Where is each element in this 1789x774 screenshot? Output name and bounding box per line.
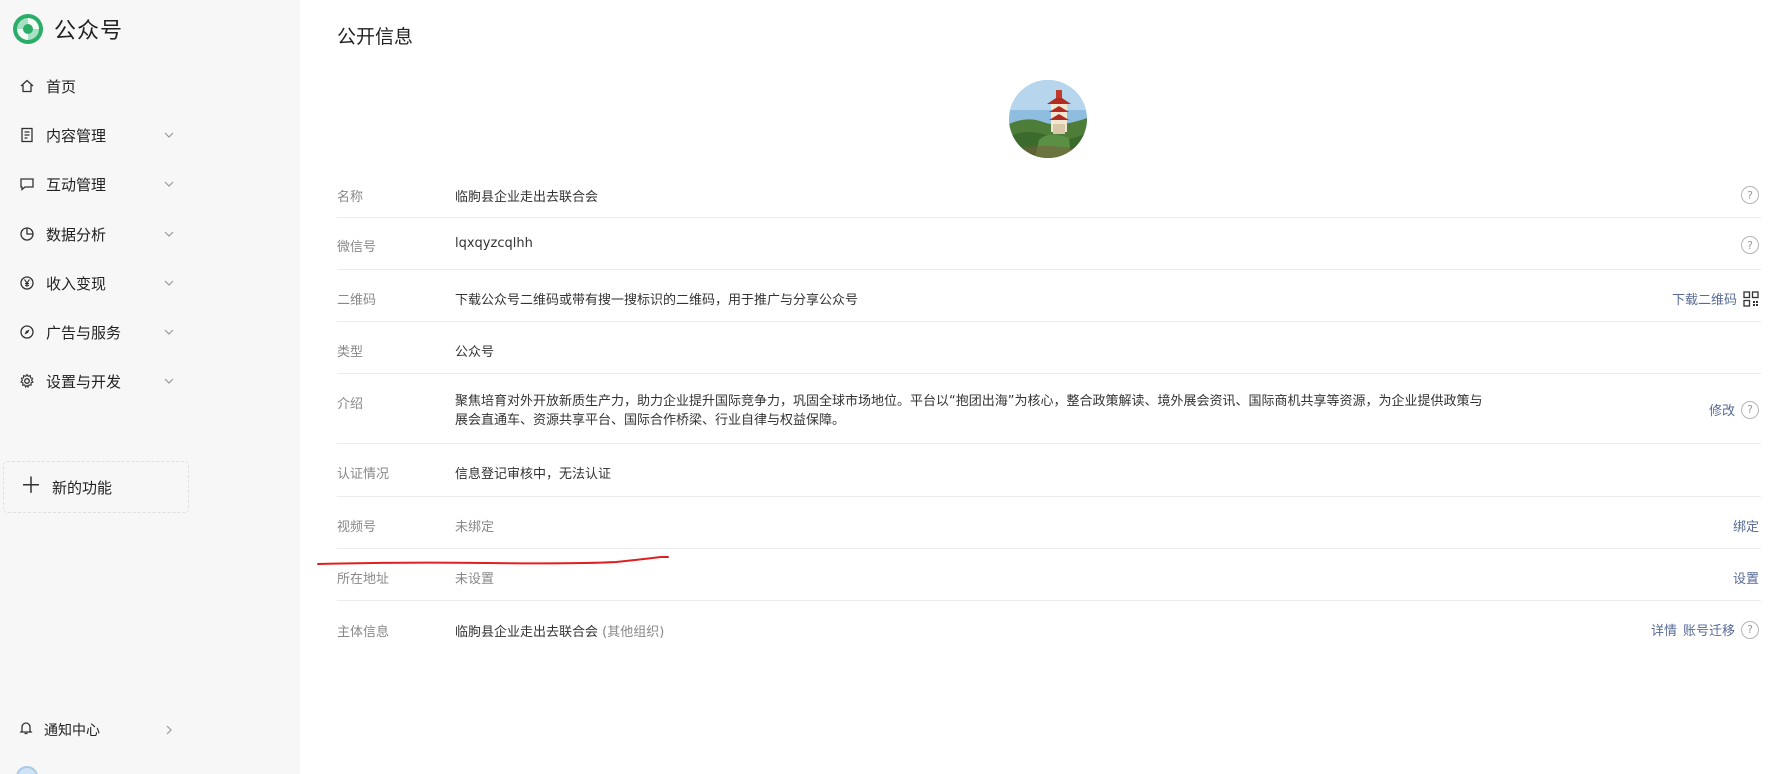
address-status: 未设置 — [455, 572, 495, 587]
pavilion-landscape-image — [1009, 80, 1087, 158]
sidebar-item-analytics[interactable]: 数据分析 — [0, 214, 206, 254]
verification-status: 信息登记审核中，无法认证 — [455, 467, 612, 482]
help-icon[interactable]: ? — [1741, 400, 1759, 419]
account-avatar[interactable] — [1009, 80, 1087, 158]
home-icon — [18, 77, 36, 95]
notification-label: 通知中心 — [44, 723, 100, 739]
sidebar-item-home[interactable]: 首页 — [0, 66, 206, 106]
intro-text: 聚焦培育对外开放新质生产力，助力企业提升国际竞争力，巩固全球市场地位。平台以“抱… — [455, 394, 1483, 428]
row-label: 所在地址 — [337, 572, 390, 587]
account-migrate-link[interactable]: 账号迁移 — [1683, 620, 1735, 639]
account-name: 临朐县企业走出去联合会 — [455, 190, 599, 205]
sidebar-item-label: 收入变现 — [46, 274, 107, 293]
main-content: 公开信息 名称 临朐县企业走出去联合会 ? 微信号 lqxqyzcqlhh ? … — [300, 0, 1789, 774]
row-label: 微信号 — [337, 240, 377, 255]
entity-detail-link[interactable]: 详情 — [1651, 620, 1677, 639]
wechat-id-value: lqxqyzcqlhh — [455, 236, 533, 251]
wechat-official-logo-icon — [13, 14, 43, 44]
sidebar-item-content[interactable]: 内容管理 — [0, 115, 206, 155]
bind-channels-link[interactable]: 绑定 — [1733, 516, 1759, 535]
sidebar: 公众号 首页 内容管理 互动管理 数据分析 收入变现 广告与服务 设置与开发 ＋… — [0, 0, 206, 774]
info-row-entity: 主体信息 临朐县企业走出去联合会 (其他组织) 详情 账号迁移 ? — [337, 601, 1761, 653]
compass-icon — [18, 323, 36, 341]
set-address-link[interactable]: 设置 — [1733, 568, 1759, 587]
sidebar-item-label: 互动管理 — [46, 175, 107, 194]
info-row-qrcode: 二维码 下载公众号二维码或带有搜一搜标识的二维码，用于推广与分享公众号 下载二维… — [337, 270, 1761, 322]
pie-chart-icon — [18, 225, 36, 243]
edit-intro-link[interactable]: 修改 — [1709, 400, 1735, 419]
sidebar-item-settings[interactable]: 设置与开发 — [0, 361, 206, 401]
document-icon — [18, 126, 36, 144]
brand-name: 公众号 — [54, 19, 124, 44]
help-icon[interactable]: ? — [1741, 186, 1759, 204]
chat-icon — [18, 175, 36, 193]
chevron-down-icon — [164, 378, 174, 384]
plus-icon: ＋ — [20, 474, 43, 499]
download-qrcode-link[interactable]: 下载二维码 — [1672, 289, 1737, 308]
chevron-right-icon — [166, 725, 172, 735]
chevron-down-icon — [164, 329, 174, 335]
sidebar-item-label: 首页 — [46, 77, 77, 96]
entity-info: 临朐县企业走出去联合会 (其他组织) — [455, 621, 664, 640]
row-label: 认证情况 — [337, 467, 390, 482]
user-avatar[interactable] — [16, 766, 38, 774]
info-row-verification: 认证情况 信息登记审核中，无法认证 — [337, 444, 1761, 497]
bell-icon — [18, 720, 34, 740]
page-title: 公开信息 — [337, 26, 414, 48]
row-label: 介绍 — [337, 397, 364, 412]
entity-name: 临朐县企业走出去联合会 — [455, 625, 599, 640]
sidebar-item-label: 内容管理 — [46, 126, 107, 145]
help-icon[interactable]: ? — [1741, 236, 1759, 254]
sidebar-item-interaction[interactable]: 互动管理 — [0, 164, 206, 204]
new-feature-label: 新的功能 — [52, 478, 113, 497]
qrcode-description: 下载公众号二维码或带有搜一搜标识的二维码，用于推广与分享公众号 — [455, 293, 859, 308]
row-label: 名称 — [337, 190, 364, 205]
sidebar-item-label: 广告与服务 — [46, 323, 122, 342]
new-feature-button[interactable]: ＋ 新的功能 — [3, 461, 189, 513]
entity-type: (其他组织) — [602, 625, 665, 640]
notification-center[interactable]: 通知中心 — [0, 710, 206, 750]
sidebar-item-label: 设置与开发 — [46, 372, 122, 391]
chevron-down-icon — [164, 132, 174, 138]
chevron-down-icon — [164, 231, 174, 237]
yen-icon — [18, 274, 36, 292]
row-label: 视频号 — [337, 520, 377, 535]
info-row-address: 所在地址 未设置 设置 — [337, 549, 1761, 601]
info-row-wechat-id: 微信号 lqxqyzcqlhh ? — [337, 218, 1761, 270]
row-label: 类型 — [337, 345, 364, 360]
brand-logo[interactable]: 公众号 — [12, 12, 123, 46]
info-row-channels: 视频号 未绑定 绑定 — [337, 497, 1761, 549]
channels-status: 未绑定 — [455, 520, 495, 535]
qrcode-icon[interactable] — [1743, 290, 1759, 307]
info-row-intro: 介绍 聚焦培育对外开放新质生产力，助力企业提升国际竞争力，巩固全球市场地位。平台… — [337, 374, 1761, 444]
account-type-value: 公众号 — [455, 345, 495, 360]
sidebar-item-ads-services[interactable]: 广告与服务 — [0, 312, 206, 352]
info-row-name: 名称 临朐县企业走出去联合会 ? — [337, 176, 1761, 218]
info-row-type: 类型 公众号 — [337, 322, 1761, 374]
help-icon[interactable]: ? — [1741, 620, 1759, 639]
sidebar-gutter — [206, 0, 300, 774]
app-root: 公众号 首页 内容管理 互动管理 数据分析 收入变现 广告与服务 设置与开发 ＋… — [0, 0, 1789, 774]
gear-icon — [18, 372, 36, 390]
sidebar-item-label: 数据分析 — [46, 225, 107, 244]
row-label: 主体信息 — [337, 625, 390, 640]
row-label: 二维码 — [337, 293, 377, 308]
sidebar-item-monetization[interactable]: 收入变现 — [0, 263, 206, 303]
chevron-down-icon — [164, 181, 174, 187]
chevron-down-icon — [164, 280, 174, 286]
